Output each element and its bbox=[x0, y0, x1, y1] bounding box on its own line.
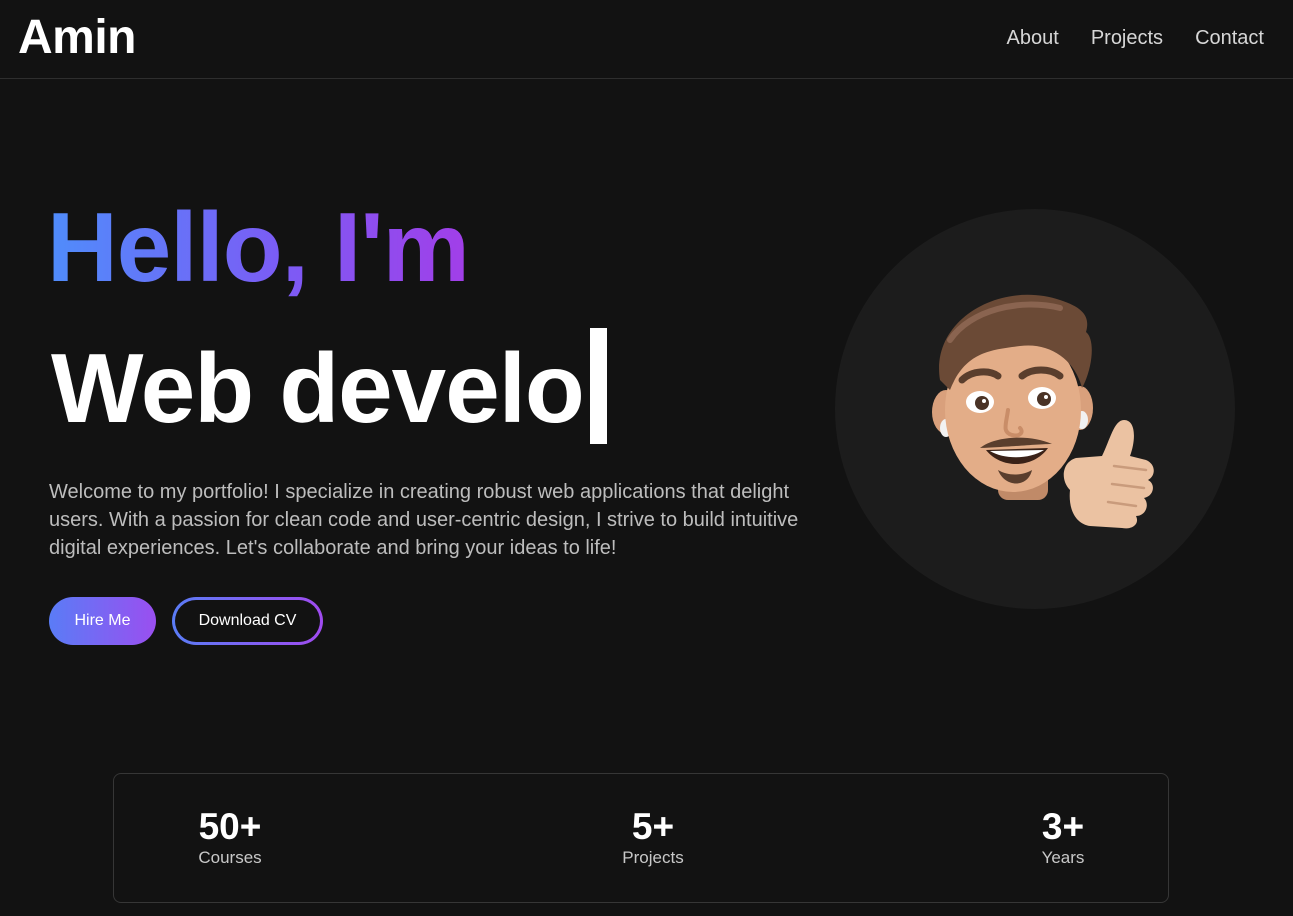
nav-link-projects[interactable]: Projects bbox=[1091, 25, 1163, 51]
memoji-thumbs-up-avatar-icon bbox=[932, 294, 1154, 529]
hero-intro: Welcome to my portfolio! I specialize in… bbox=[49, 481, 799, 559]
stat-projects: 5+ Projects bbox=[573, 806, 733, 868]
hire-me-button[interactable]: Hire Me bbox=[49, 597, 156, 645]
stat-label: Years bbox=[1041, 848, 1085, 867]
stat-years: 3+ Years bbox=[983, 806, 1143, 868]
stat-value: 3+ bbox=[1041, 806, 1085, 847]
site-header: Amin About Projects Contact bbox=[0, 0, 1293, 79]
nav-link-about[interactable]: About bbox=[1007, 25, 1059, 51]
site-logo[interactable]: Amin bbox=[18, 12, 137, 64]
main-nav: About Projects Contact bbox=[1007, 25, 1264, 51]
portfolio-page: Amin About Projects Contact Hello, I'm W… bbox=[0, 0, 1293, 916]
hero-greeting: Hello, I'm bbox=[47, 192, 470, 302]
hero-role-typewriter: Web develo bbox=[51, 328, 607, 444]
stat-label: Courses bbox=[198, 848, 262, 867]
stat-value: 5+ bbox=[631, 806, 675, 847]
stat-label: Projects bbox=[622, 848, 684, 867]
hero-role-text: Web develo bbox=[51, 333, 585, 443]
nav-link-contact[interactable]: Contact bbox=[1195, 25, 1264, 51]
typing-cursor bbox=[589, 328, 607, 444]
download-cv-label: Download CV bbox=[175, 600, 320, 642]
download-cv-button[interactable]: Download CV bbox=[172, 597, 323, 645]
stats-panel: 50+ Courses 5+ Projects 3+ Years bbox=[113, 773, 1169, 903]
stat-courses: 50+ Courses bbox=[150, 806, 310, 868]
stat-value: 50+ bbox=[198, 806, 262, 847]
